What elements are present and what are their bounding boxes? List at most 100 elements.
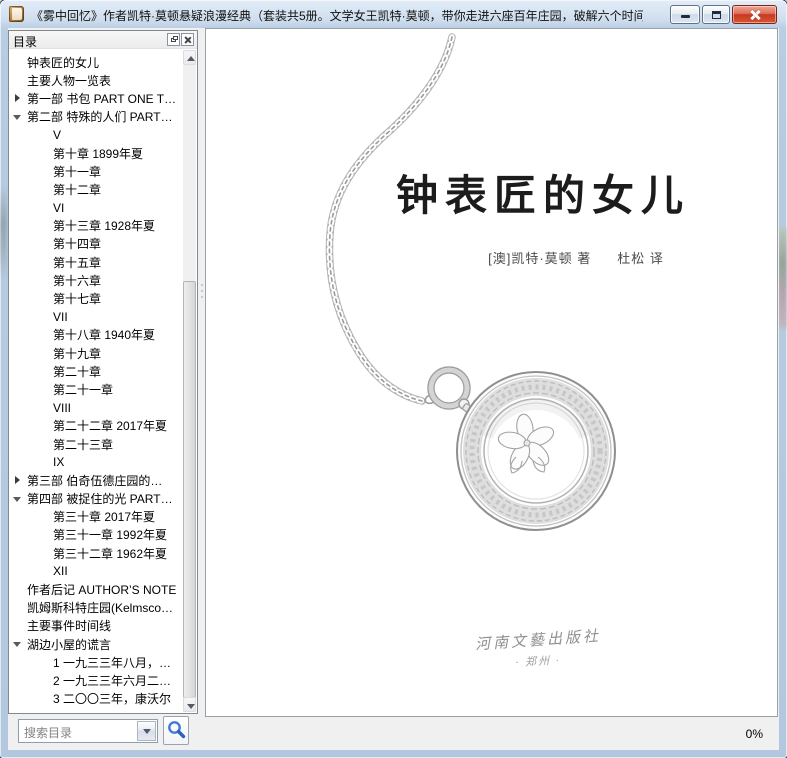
float-panel-button[interactable] (167, 33, 180, 46)
toc-list: 钟表匠的女儿 主要人物一览表第一部 书包 PART ONE T… 第二部 特殊的人们… (9, 50, 183, 712)
toc-item-label: 2 一九三三年六月二… (53, 673, 172, 688)
scroll-down-button[interactable] (183, 697, 196, 712)
toc-item[interactable]: IX (9, 453, 183, 471)
toc-item[interactable]: 第十六章 (9, 271, 183, 289)
minimize-button[interactable] (670, 5, 700, 24)
tree-expanded-icon[interactable] (13, 639, 23, 649)
toc-item[interactable]: 第十四章 (9, 235, 183, 253)
book-title: 钟表匠的女儿 (396, 174, 691, 220)
toc-item[interactable]: 主要事件时间线 (9, 617, 183, 635)
toc-item-label: 第二部 特殊的人们 PART… (27, 110, 173, 125)
toc-item-label: 第十八章 1940年夏 (53, 328, 156, 343)
toc-item[interactable]: 钟表匠的女儿 (9, 53, 183, 71)
toc-item[interactable]: 2 一九三三年六月二… (9, 671, 183, 689)
toc-item[interactable]: 第二十三章 (9, 435, 183, 453)
book-page[interactable]: 钟表匠的女儿 [澳]凯特·莫顿 著 杜松 译 河南文藝出版社 · 郑州 · (205, 28, 778, 717)
search-placeholder: 搜索目录 (24, 726, 73, 740)
toc-item[interactable]: 第二部 特殊的人们 PART… (9, 108, 183, 126)
book-icon (9, 6, 24, 22)
toc-item[interactable]: 第十八章 1940年夏 (9, 326, 183, 344)
toc-item[interactable]: V (9, 126, 183, 144)
frame-glass-smudge (0, 185, 7, 280)
maximize-button[interactable] (702, 5, 730, 24)
search-icon (168, 721, 186, 739)
close-button[interactable] (732, 5, 777, 24)
toc-item-label: 第十五章 (53, 255, 102, 270)
toc-item[interactable]: 第三十二章 1962年夏 (9, 544, 183, 562)
book-author: [澳]凯特·莫顿 著 (488, 251, 592, 266)
toc-item[interactable]: 第十一章 (9, 162, 183, 180)
toc-item[interactable]: 第十二章 (9, 180, 183, 198)
toc-item-label: XII (53, 564, 68, 579)
book-translator: 杜松 译 (617, 251, 664, 266)
toc-item-label: 湖边小屋的谎言 (27, 637, 112, 652)
toc-item-label: 第十六章 (53, 273, 102, 288)
splitter-grip-dot (201, 296, 203, 298)
toc-item[interactable]: 作者后记 AUTHOR’S NOTE (9, 580, 183, 598)
frame-glass-smudge (778, 228, 787, 328)
tree-collapsed-icon[interactable] (13, 475, 23, 485)
toc-item-label: 第十三章 1928年夏 (53, 219, 156, 234)
toc-panel: 目录 钟表匠的女儿 主要人物一览表第一部 书包 PART ONE T… 第二部 特殊… (8, 30, 198, 714)
tree-collapsed-icon[interactable] (13, 93, 23, 103)
title-bar[interactable]: 《雾中回忆》作者凯特·莫顿悬疑浪漫经典（套装共5册。文学女王凯特·莫顿，带你走进… (0, 0, 787, 28)
toc-item[interactable]: VI (9, 199, 183, 217)
toc-scrollbar[interactable] (183, 50, 196, 712)
toc-item[interactable]: 第二十一章 (9, 380, 183, 398)
toc-item[interactable]: 第四部 被捉住的光 PART… (9, 490, 183, 508)
toc-item-label: 第三部 伯奇伍德庄园的… (27, 473, 163, 488)
toc-item[interactable]: 主要人物一览表 (9, 71, 183, 89)
toc-item[interactable]: 第十三章 1928年夏 (9, 217, 183, 235)
toc-item[interactable]: VII (9, 308, 183, 326)
toc-item[interactable]: 凯姆斯科特庄园(Kelmsco… (9, 599, 183, 617)
app-window: 《雾中回忆》作者凯特·莫顿悬疑浪漫经典（套装共5册。文学女王凯特·莫顿，带你走进… (0, 0, 787, 758)
reading-progress: 0% (745, 727, 763, 741)
toc-item-label: 第三十章 2017年夏 (53, 510, 156, 525)
toc-panel-title: 目录 (13, 35, 38, 49)
toc-item[interactable]: 第二十章 (9, 362, 183, 380)
splitter-grip-dot (201, 284, 203, 286)
toc-item-label: VI (53, 200, 65, 215)
toc-item[interactable]: XII (9, 562, 183, 580)
toc-item-label: 第二十章 (53, 364, 102, 379)
toc-item[interactable]: 第三十一章 1992年夏 (9, 526, 183, 544)
toc-item-label: 第一部 书包 PART ONE T… (27, 91, 177, 106)
scrollbar-thumb[interactable] (183, 281, 196, 698)
toc-item[interactable]: 第十七章 (9, 289, 183, 307)
toc-item[interactable]: 1 一九三三年八月，… (9, 653, 183, 671)
toc-item-label: 第四部 被捉住的光 PART… (27, 492, 173, 507)
toc-item-label: 第十七章 (53, 292, 102, 307)
toc-item-label: 作者后记 AUTHOR’S NOTE (27, 583, 177, 598)
toc-item[interactable]: 第十九章 (9, 344, 183, 362)
panel-splitter[interactable] (198, 30, 205, 715)
tree-expanded-icon[interactable] (13, 112, 23, 122)
toc-item-label: 钟表匠的女儿 (27, 55, 100, 70)
toc-item[interactable]: 湖边小屋的谎言 (9, 635, 183, 653)
pocket-watch-illustration (325, 33, 616, 531)
toc-item-label: 第十九章 (53, 346, 102, 361)
toc-item[interactable]: 第十章 1899年夏 (9, 144, 183, 162)
toc-item[interactable]: 第十五章 (9, 253, 183, 271)
toc-item-label: V (53, 127, 62, 142)
toc-item-label: 第二十一章 (53, 382, 114, 397)
caption-buttons (670, 5, 777, 24)
toc-item[interactable]: 第二十二章 2017年夏 (9, 417, 183, 435)
toc-item[interactable]: 第三十章 2017年夏 (9, 508, 183, 526)
search-button[interactable] (163, 716, 189, 745)
toc-item-label: 第二十二章 2017年夏 (53, 419, 168, 434)
book-byline: [澳]凯特·莫顿 著 杜松 译 (411, 248, 741, 267)
toc-item[interactable]: 第一部 书包 PART ONE T… (9, 89, 183, 107)
window-title: 《雾中回忆》作者凯特·莫顿悬疑浪漫经典（套装共5册。文学女王凯特·莫顿，带你走进… (31, 9, 643, 23)
toc-item-label: 第十四章 (53, 237, 102, 252)
scroll-up-button[interactable] (183, 50, 196, 65)
close-icon (750, 10, 760, 20)
search-input[interactable]: 搜索目录 (18, 719, 158, 743)
tree-expanded-icon[interactable] (13, 494, 23, 504)
search-dropdown-button[interactable] (137, 721, 156, 741)
close-panel-button[interactable] (181, 33, 194, 46)
toc-item[interactable]: VIII (9, 399, 183, 417)
toc-item[interactable]: 第三部 伯奇伍德庄园的… (9, 471, 183, 489)
toc-item[interactable]: 3 二〇〇三年，康沃尔 (9, 690, 183, 708)
toc-item-label: IX (53, 455, 65, 470)
